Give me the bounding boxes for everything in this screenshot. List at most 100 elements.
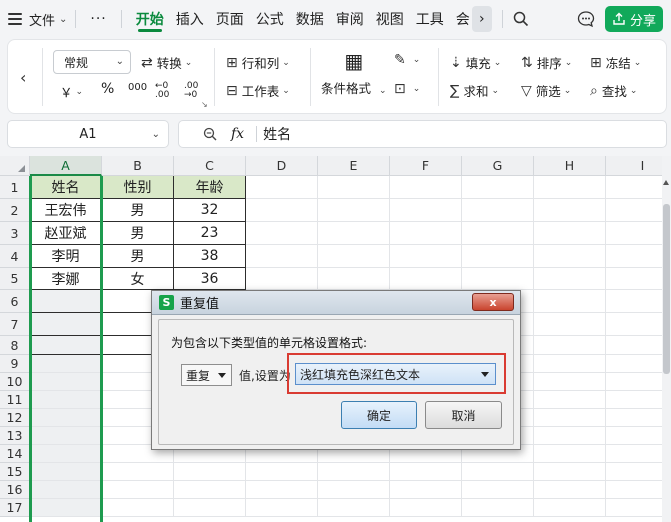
sort-button[interactable]: ⇅ 排序 ⌄ <box>521 53 572 72</box>
cell-b15[interactable] <box>102 463 174 481</box>
ok-button[interactable]: 确定 <box>341 401 417 429</box>
file-menu[interactable]: 文件 ⌄ <box>8 0 67 38</box>
cell-h5[interactable] <box>534 268 606 290</box>
cell-a3[interactable]: 赵亚斌 <box>30 222 102 245</box>
cell-d5[interactable] <box>246 268 318 290</box>
cell-g2[interactable] <box>462 199 534 222</box>
cell-i9[interactable] <box>606 355 662 373</box>
cell-g17[interactable] <box>462 499 534 517</box>
number-format-select[interactable]: 常规 ⌄ <box>53 50 131 74</box>
cell-f3[interactable] <box>390 222 462 245</box>
cell-i2[interactable] <box>606 199 662 222</box>
cell-i4[interactable] <box>606 245 662 268</box>
cell-d2[interactable] <box>246 199 318 222</box>
zoom-icon[interactable] <box>203 127 217 141</box>
column-header-d[interactable]: D <box>246 156 318 176</box>
cell-i10[interactable] <box>606 373 662 391</box>
cell-i3[interactable] <box>606 222 662 245</box>
search-icon[interactable] <box>513 11 529 27</box>
cell-h8[interactable] <box>534 336 606 355</box>
cell-f16[interactable] <box>390 481 462 499</box>
convert-button[interactable]: ⇄ 转换 ⌄ <box>141 53 192 72</box>
duplicate-type-select[interactable]: 重复 <box>181 364 232 386</box>
cell-c5[interactable]: 36 <box>174 268 246 290</box>
column-header-h[interactable]: H <box>534 156 606 176</box>
thousands-button[interactable]: 000 <box>128 82 147 93</box>
row-header-6[interactable]: 6 <box>0 290 30 313</box>
close-button[interactable]: x <box>472 293 514 311</box>
fill-button[interactable]: ⇣ 填充 ⌄ <box>450 53 501 72</box>
tab-member[interactable]: 会 <box>456 0 470 38</box>
select-all-corner[interactable] <box>0 156 30 176</box>
cell-b3[interactable]: 男 <box>102 222 174 245</box>
chat-icon[interactable] <box>577 10 595 28</box>
cell-e16[interactable] <box>318 481 390 499</box>
tab-tools[interactable]: 工具 <box>416 0 444 38</box>
cell-b1[interactable]: 性别 <box>102 176 174 199</box>
formula-input[interactable]: fx 姓名 <box>178 120 667 148</box>
cell-a6[interactable] <box>30 290 102 313</box>
row-header-15[interactable]: 15 <box>0 463 30 481</box>
cell-e17[interactable] <box>318 499 390 517</box>
tabs-scroll-right-button[interactable]: › <box>471 6 492 32</box>
cell-a14[interactable] <box>30 445 102 463</box>
row-header-17[interactable]: 17 <box>0 499 30 517</box>
tab-home[interactable]: 开始 <box>136 0 164 38</box>
cell-a11[interactable] <box>30 391 102 409</box>
row-header-12[interactable]: 12 <box>0 409 30 427</box>
cell-a13[interactable] <box>30 427 102 445</box>
cell-b2[interactable]: 男 <box>102 199 174 222</box>
cell-f4[interactable] <box>390 245 462 268</box>
cell-h6[interactable] <box>534 290 606 313</box>
cell-h3[interactable] <box>534 222 606 245</box>
cell-b5[interactable]: 女 <box>102 268 174 290</box>
cell-c15[interactable] <box>174 463 246 481</box>
cell-h10[interactable] <box>534 373 606 391</box>
freeze-button[interactable]: ⊞ 冻结 ⌄ <box>590 53 641 72</box>
cell-h11[interactable] <box>534 391 606 409</box>
rows-cols-button[interactable]: ⊞ 行和列 ⌄ <box>226 53 290 72</box>
column-header-c[interactable]: C <box>174 156 246 176</box>
cell-c17[interactable] <box>174 499 246 517</box>
cancel-button[interactable]: 取消 <box>425 401 502 429</box>
cell-b17[interactable] <box>102 499 174 517</box>
cell-a1[interactable]: 姓名 <box>30 176 102 199</box>
cell-d17[interactable] <box>246 499 318 517</box>
cell-e1[interactable] <box>318 176 390 199</box>
column-header-g[interactable]: G <box>462 156 534 176</box>
cell-d3[interactable] <box>246 222 318 245</box>
row-header-5[interactable]: 5 <box>0 268 30 290</box>
cell-a9[interactable] <box>30 355 102 373</box>
cell-e4[interactable] <box>318 245 390 268</box>
tab-review[interactable]: 审阅 <box>336 0 364 38</box>
percent-button[interactable]: % <box>101 81 114 97</box>
cell-i1[interactable] <box>606 176 662 199</box>
ribbon-scroll-left-icon[interactable]: ‹ <box>20 68 26 87</box>
cell-a8[interactable] <box>30 336 102 355</box>
row-header-2[interactable]: 2 <box>0 199 30 222</box>
cell-f17[interactable] <box>390 499 462 517</box>
cell-i12[interactable] <box>606 409 662 427</box>
scrollbar-thumb[interactable] <box>663 204 670 374</box>
cell-h14[interactable] <box>534 445 606 463</box>
increase-decimal-button[interactable]: ←0 .00 <box>155 82 173 100</box>
cell-c3[interactable]: 23 <box>174 222 246 245</box>
cell-f15[interactable] <box>390 463 462 481</box>
row-header-16[interactable]: 16 <box>0 481 30 499</box>
worksheet-button[interactable]: ⊟ 工作表 ⌄ <box>226 81 290 100</box>
cell-h2[interactable] <box>534 199 606 222</box>
name-box[interactable]: A1 ⌄ <box>7 120 169 148</box>
row-header-10[interactable]: 10 <box>0 373 30 391</box>
tab-data[interactable]: 数据 <box>296 0 324 38</box>
cell-a12[interactable] <box>30 409 102 427</box>
cell-g16[interactable] <box>462 481 534 499</box>
row-header-9[interactable]: 9 <box>0 355 30 373</box>
cell-h1[interactable] <box>534 176 606 199</box>
cell-i13[interactable] <box>606 427 662 445</box>
cell-h15[interactable] <box>534 463 606 481</box>
row-header-14[interactable]: 14 <box>0 445 30 463</box>
tab-view[interactable]: 视图 <box>376 0 404 38</box>
currency-button[interactable]: ￥ ⌄ <box>60 82 83 101</box>
cell-a2[interactable]: 王宏伟 <box>30 199 102 222</box>
cell-i16[interactable] <box>606 481 662 499</box>
